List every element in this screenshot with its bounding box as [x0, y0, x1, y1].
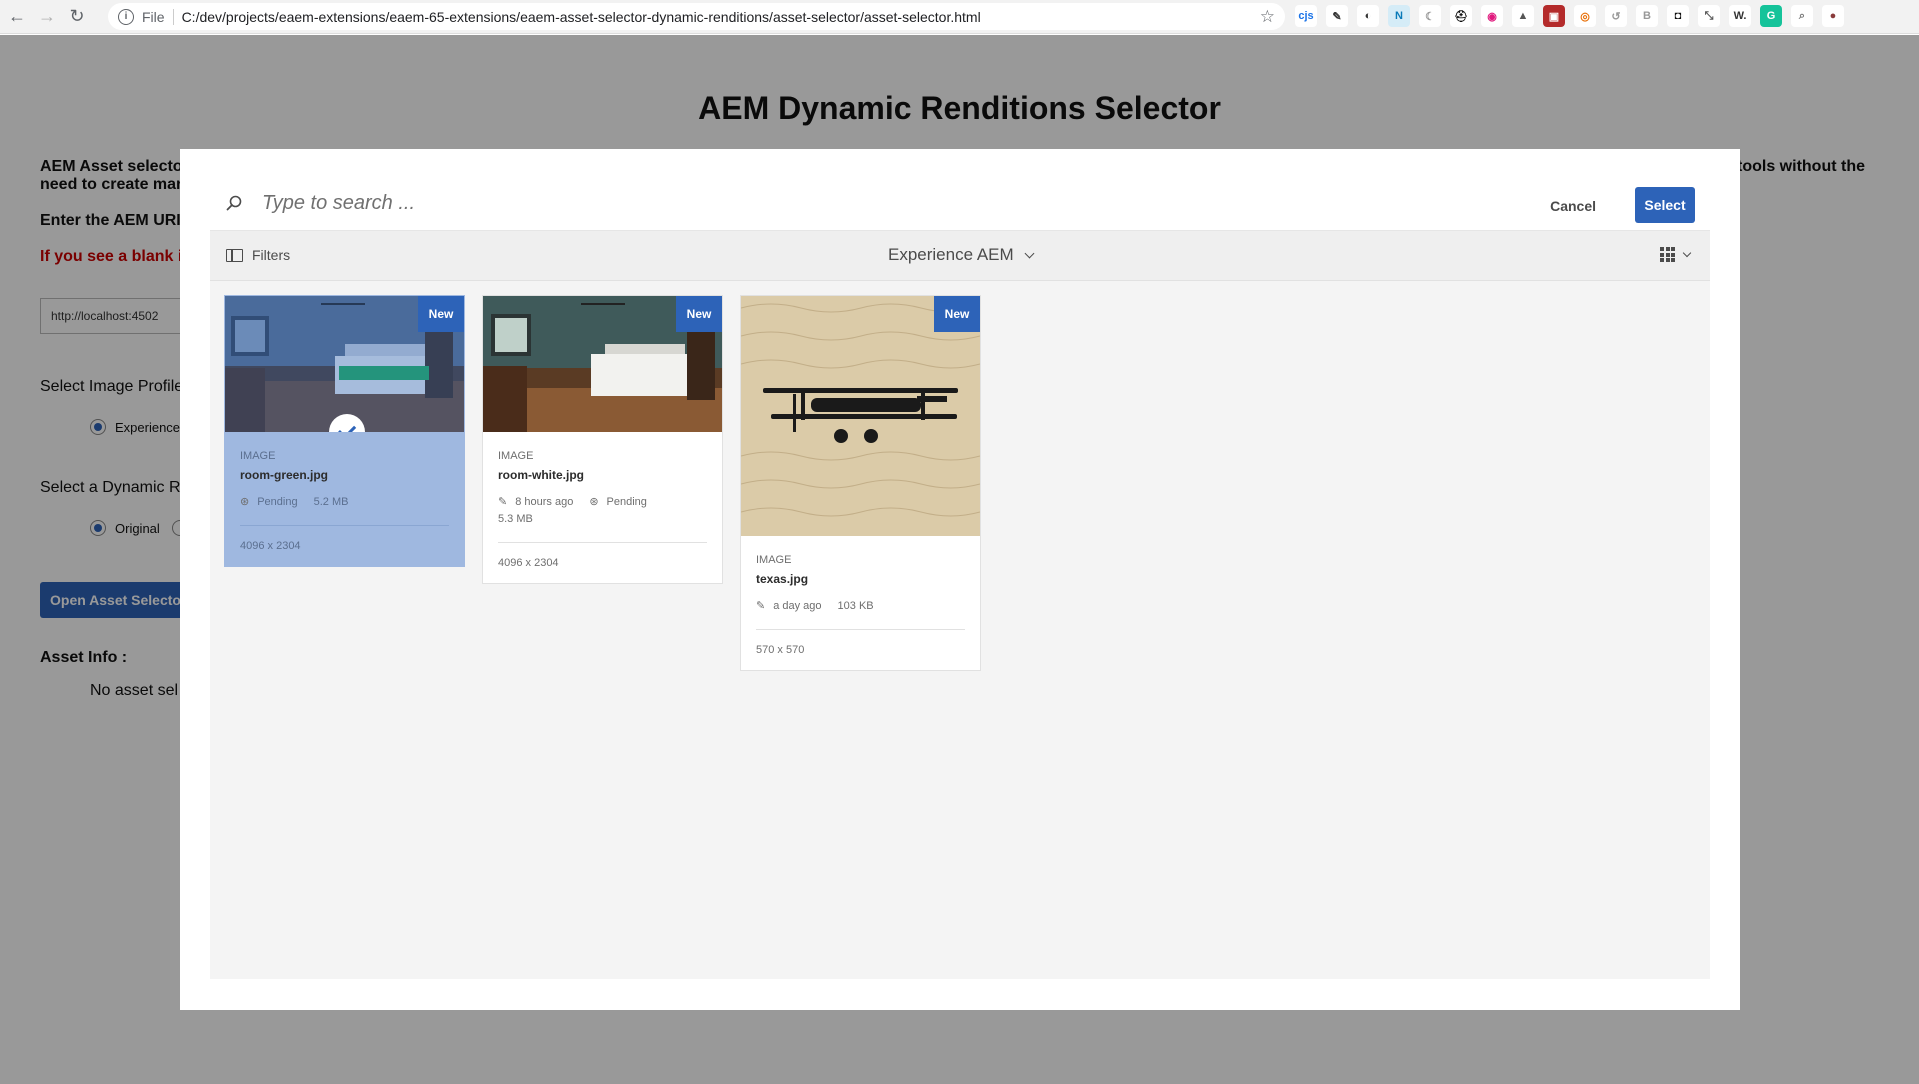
asset-thumbnail: New	[225, 296, 464, 432]
asset-status: Pending	[257, 496, 298, 508]
url-scheme: File	[142, 8, 165, 25]
cancel-button[interactable]: Cancel	[1536, 189, 1610, 223]
filters-toggle[interactable]: Filters	[226, 247, 290, 263]
browser-toolbar: ← → ↻ i File C:/dev/projects/eaem-extens…	[0, 0, 1919, 34]
edit-icon: ✎	[756, 600, 766, 612]
divider	[756, 629, 965, 630]
arrows-extension-icon[interactable]: ⤡	[1698, 5, 1720, 27]
asset-info: ✎ a day ago 103 KB	[756, 598, 965, 615]
asset-thumbnail: New	[741, 296, 980, 536]
sync-icon: ⊛	[240, 496, 250, 508]
asset-type: IMAGE	[240, 450, 276, 462]
asset-modified: a day ago	[773, 600, 822, 612]
chevron-down-icon	[1682, 248, 1692, 258]
folder-dropdown[interactable]: Experience AEM	[888, 245, 1035, 265]
new-badge: New	[934, 296, 980, 332]
chevron-down-icon	[1024, 248, 1035, 258]
target-extension-icon[interactable]: ◎	[1574, 5, 1596, 27]
red-box-extension-icon[interactable]: ▣	[1543, 5, 1565, 27]
rail-icon	[226, 248, 243, 262]
b-box-extension-icon[interactable]: B	[1636, 5, 1658, 27]
asset-meta: IMAGE texas.jpg ✎ a day ago 103 KB 570 x…	[741, 536, 980, 670]
asset-name: texas.jpg	[756, 572, 809, 586]
edit-icon: ✎	[498, 496, 508, 508]
asset-meta: IMAGE room-green.jpg ⊛ Pending 5.2 MB 40…	[225, 432, 464, 566]
asset-dimensions: 570 x 570	[756, 644, 805, 656]
asset-toolbar: Filters Experience AEM	[210, 231, 1710, 281]
asset-selector-dialog: Cancel Select Filters Experience AEM	[180, 149, 1740, 1010]
asset-name: room-green.jpg	[240, 468, 329, 482]
asset-info: ⊛ Pending 5.2 MB	[240, 494, 449, 511]
asset-size: 103 KB	[837, 600, 874, 612]
profile-extension-icon[interactable]: ●	[1822, 5, 1844, 27]
search-bar: Cancel Select	[210, 175, 1710, 231]
extensions-bar: cjs ✎ ◐ N ☾ ⛑ ◉ ▲ ▣ ◎ ↺ B ◘ ⤡ W. G ⌕ ●	[1295, 5, 1844, 27]
spy-extension-icon[interactable]: ⛑	[1450, 5, 1472, 27]
asset-meta: IMAGE room-white.jpg ✎ 8 hours ago ⊛ Pen…	[483, 432, 722, 583]
bookmark-star-icon[interactable]: ☆	[1260, 7, 1275, 27]
g-green-extension-icon[interactable]: G	[1760, 5, 1782, 27]
asset-dimensions: 4096 x 2304	[240, 540, 301, 552]
sync-icon: ⊛	[589, 496, 599, 508]
asset-card[interactable]: New IMAGE room-white.jpg ✎ 8 hours ago ⊛…	[482, 295, 723, 584]
asset-card[interactable]: New IMAGE room-green.jpg ⊛ Pending 5.2 M…	[224, 295, 465, 567]
divider	[240, 525, 449, 526]
grid-view-icon	[1660, 247, 1675, 262]
reload-icon[interactable]: ↻	[64, 4, 90, 30]
asset-browser: Filters Experience AEM New IMAGE room-gr…	[210, 231, 1710, 979]
address-bar[interactable]: i File C:/dev/projects/eaem-extensions/e…	[108, 3, 1285, 30]
filters-label: Filters	[252, 247, 291, 263]
url-text[interactable]: C:/dev/projects/eaem-extensions/eaem-65-…	[182, 9, 981, 25]
back-icon[interactable]: ←	[4, 4, 30, 30]
ghost-extension-icon[interactable]: ◘	[1667, 5, 1689, 27]
select-button[interactable]: Select	[1635, 187, 1695, 223]
asset-status: Pending	[606, 496, 647, 508]
new-badge: New	[418, 296, 464, 332]
info-icon[interactable]: i	[118, 8, 134, 25]
search-input[interactable]	[262, 187, 1162, 219]
pen-extension-icon[interactable]: ✎	[1326, 5, 1348, 27]
circle-pink-extension-icon[interactable]: ◉	[1481, 5, 1503, 27]
asset-name: room-white.jpg	[498, 468, 584, 482]
asset-size: 5.3 MB	[498, 513, 533, 525]
biplane-image	[741, 296, 980, 536]
forward-icon[interactable]: →	[34, 4, 60, 30]
asset-card[interactable]: New IMAGE texas.jpg ✎ a day ago 103 KB 5…	[740, 295, 981, 671]
drive-extension-icon[interactable]: ▲	[1512, 5, 1534, 27]
search-ext-extension-icon[interactable]: ⌕	[1791, 5, 1813, 27]
asset-type: IMAGE	[498, 450, 534, 462]
divider	[498, 542, 707, 543]
search-icon	[226, 195, 242, 211]
new-badge: New	[676, 296, 722, 332]
moon-extension-icon[interactable]: ☾	[1419, 5, 1441, 27]
swirl-extension-icon[interactable]: ↺	[1605, 5, 1627, 27]
n-extension-icon[interactable]: N	[1388, 5, 1410, 27]
cjs-extension-icon[interactable]: cjs	[1295, 5, 1317, 27]
asset-info: ✎ 8 hours ago ⊛ Pending 5.3 MB	[498, 494, 707, 528]
dark-reader-extension-icon[interactable]: ◐	[1357, 5, 1379, 27]
asset-dimensions: 4096 x 2304	[498, 557, 559, 569]
asset-thumbnail: New	[483, 296, 722, 432]
w-extension-icon[interactable]: W.	[1729, 5, 1751, 27]
view-switcher[interactable]	[1660, 247, 1692, 262]
asset-modified: 8 hours ago	[515, 496, 574, 508]
asset-size: 5.2 MB	[313, 496, 349, 508]
folder-label: Experience AEM	[888, 245, 1014, 264]
url-divider	[172, 8, 174, 25]
asset-type: IMAGE	[756, 554, 792, 566]
